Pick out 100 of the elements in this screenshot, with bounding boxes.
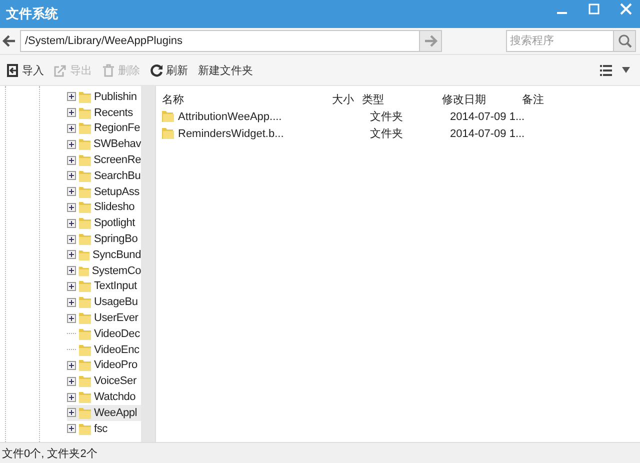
folder-icon xyxy=(78,374,92,388)
expand-icon[interactable] xyxy=(67,92,76,102)
tree-item[interactable]: SetupAss xyxy=(67,184,141,200)
tree-item[interactable]: SWBehav xyxy=(67,136,141,152)
expand-icon[interactable] xyxy=(67,124,76,133)
expand-icon[interactable] xyxy=(67,360,76,370)
tree-item-label: UserEver xyxy=(94,312,138,324)
tree-item-label: Recents xyxy=(94,106,133,119)
tree-item-label: UsageBu xyxy=(94,296,138,308)
folder-icon xyxy=(78,90,92,104)
list-view-icon[interactable] xyxy=(600,64,612,76)
expand-icon[interactable] xyxy=(67,234,76,244)
folder-icon xyxy=(78,248,90,262)
tree-item-label: Slidesho xyxy=(94,201,135,214)
folder-icon xyxy=(78,326,92,341)
toolbar-button[interactable]: 刷新 xyxy=(150,62,188,78)
expand-icon[interactable] xyxy=(67,108,76,118)
folder-icon xyxy=(78,342,92,357)
tree-item[interactable]: SyncBund xyxy=(67,246,141,263)
search-field[interactable]: 搜索程序 xyxy=(506,30,636,52)
scrollbar[interactable] xyxy=(141,86,155,442)
tree-item[interactable]: Spotlight xyxy=(67,215,141,232)
column-header[interactable]: 备注 xyxy=(522,92,582,106)
tree-item[interactable]: ScreenRe xyxy=(67,152,141,168)
folder-icon xyxy=(78,106,92,120)
import-icon xyxy=(6,64,19,76)
tree-item[interactable]: TextInput xyxy=(67,278,141,294)
expand-icon[interactable] xyxy=(67,140,76,149)
folder-icon xyxy=(78,168,92,183)
tree-item[interactable]: Publishin xyxy=(67,89,141,105)
folder-icon xyxy=(78,311,92,326)
tree-item[interactable]: UsageBu xyxy=(67,294,141,310)
tree-item[interactable]: WeeAppl xyxy=(67,404,141,421)
folder-icon xyxy=(162,127,174,140)
folder-icon xyxy=(78,390,92,404)
expand-icon[interactable] xyxy=(67,376,76,386)
expand-icon[interactable] xyxy=(67,156,76,165)
back-arrow-icon[interactable] xyxy=(2,35,16,47)
tree-item-label: SWBehav xyxy=(93,138,141,150)
table-row[interactable]: AttributionWeeApp.... 文件夹 2014-07-09 1... xyxy=(162,108,634,125)
expand-icon[interactable] xyxy=(67,314,76,323)
toolbar-button[interactable]: 新建文件夹 xyxy=(198,62,253,78)
folder-icon xyxy=(78,232,92,246)
expand-icon[interactable] xyxy=(67,392,76,402)
tree-item-label: Watchdo xyxy=(94,391,136,404)
expand-icon[interactable] xyxy=(67,171,76,180)
dropdown-caret-icon[interactable] xyxy=(622,67,630,73)
folder-icon xyxy=(78,358,92,372)
tree-item-label: Publishin xyxy=(94,90,137,103)
tree-item-label: SetupAss xyxy=(94,186,140,198)
tree-item[interactable]: Recents xyxy=(67,104,141,121)
tree-item-label: SystemCo xyxy=(92,264,141,277)
column-header[interactable]: 类型 xyxy=(354,92,442,106)
folder-icon xyxy=(78,295,92,310)
tree-item-label: SyncBund xyxy=(92,248,141,261)
trash-icon xyxy=(102,64,115,76)
expand-icon[interactable] xyxy=(67,218,76,228)
tree-item-label: ScreenRe xyxy=(94,154,141,166)
folder-icon xyxy=(162,110,174,123)
column-header[interactable]: 名称 xyxy=(162,92,328,106)
tree-item[interactable]: Watchdo xyxy=(67,389,141,405)
folder-icon xyxy=(78,153,92,168)
tree-item-label: VideoPro xyxy=(94,359,138,372)
column-header[interactable]: 大小 xyxy=(328,92,354,106)
table-cell-text: 文件夹 xyxy=(369,126,404,141)
maximize-icon[interactable] xyxy=(588,3,600,15)
tree-item-label: fsc xyxy=(94,422,108,435)
tree-item[interactable]: VoiceSer xyxy=(67,373,141,390)
tree-item-label: Spotlight xyxy=(94,217,136,230)
tree-item[interactable]: VideoDec xyxy=(67,326,141,342)
tree-item[interactable]: SearchBu xyxy=(67,168,141,184)
tree-item[interactable]: SystemCo xyxy=(67,262,141,279)
folder-icon xyxy=(78,216,92,230)
expand-icon[interactable] xyxy=(67,424,76,434)
tree-item-label: TextInput xyxy=(94,280,137,292)
file-name: RemindersWidget.b... xyxy=(178,128,284,140)
tree-item-label: RegionFe xyxy=(94,122,140,134)
tree-item[interactable]: VideoEnc xyxy=(67,342,141,358)
close-icon[interactable] xyxy=(620,3,632,15)
tree-item-label: SpringBo xyxy=(94,233,138,246)
tree-item[interactable]: fsc xyxy=(67,420,141,437)
tree-item-label: VideoDec xyxy=(94,328,140,340)
expand-icon[interactable] xyxy=(67,408,76,418)
expand-icon[interactable] xyxy=(67,187,76,196)
tree-item[interactable]: RegionFe xyxy=(67,120,141,136)
expand-icon[interactable] xyxy=(67,266,76,276)
expand-icon[interactable] xyxy=(67,282,76,291)
tree-item[interactable]: Slidesho xyxy=(67,200,141,216)
toolbar-button[interactable]: 导入 xyxy=(6,62,44,78)
expand-icon[interactable] xyxy=(67,202,76,212)
expand-icon[interactable] xyxy=(67,298,76,307)
column-header[interactable]: 修改日期 xyxy=(442,92,522,106)
expand-icon[interactable] xyxy=(67,250,76,260)
search-button[interactable] xyxy=(613,31,635,51)
folder-icon xyxy=(78,121,92,136)
table-row[interactable]: RemindersWidget.b... 文件夹 2014-07-09 1... xyxy=(162,125,634,142)
tree-item[interactable]: SpringBo xyxy=(67,231,141,247)
tree-item[interactable]: VideoPro xyxy=(67,358,141,374)
tree-item[interactable]: UserEver xyxy=(67,310,141,326)
folder-icon xyxy=(78,200,92,214)
